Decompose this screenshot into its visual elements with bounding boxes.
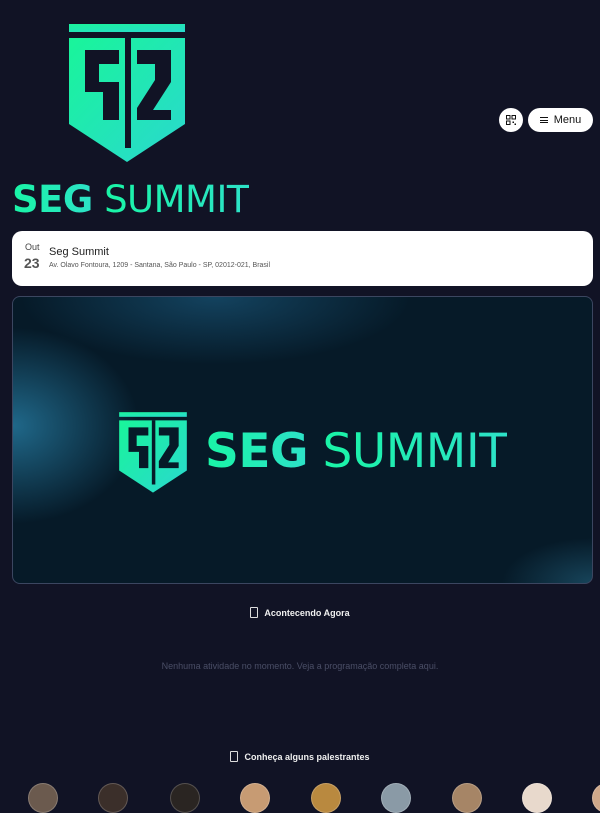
speaker-avatar[interactable] bbox=[452, 783, 482, 813]
now-heading: Acontecendo Agora bbox=[0, 607, 600, 618]
speaker-avatar[interactable] bbox=[240, 783, 270, 813]
speaker-avatar[interactable] bbox=[381, 783, 411, 813]
speaker-avatar[interactable] bbox=[592, 783, 600, 813]
brand-title-bold: SEG bbox=[12, 178, 93, 221]
speaker-avatar[interactable] bbox=[98, 783, 128, 813]
brand-title-light: SUMMIT bbox=[104, 178, 249, 221]
speaker-avatar[interactable] bbox=[522, 783, 552, 813]
menu-button[interactable]: Menu bbox=[528, 108, 593, 132]
phone-icon bbox=[250, 607, 259, 618]
event-name: Seg Summit bbox=[49, 246, 109, 258]
speaker-avatar[interactable] bbox=[170, 783, 200, 813]
empty-activity-message[interactable]: Nenhuma atividade no momento. Veja a pro… bbox=[0, 661, 600, 671]
event-day: 23 bbox=[24, 255, 40, 271]
speaker-avatar[interactable] bbox=[311, 783, 341, 813]
now-heading-label: Acontecendo Agora bbox=[264, 607, 350, 618]
banner-logo-icon bbox=[119, 412, 187, 493]
qr-code-icon bbox=[506, 115, 516, 125]
event-card[interactable]: Out 23 Seg Summit Av. Olavo Fontoura, 12… bbox=[12, 231, 593, 286]
banner-title-light: SUMMIT bbox=[322, 424, 508, 479]
brand-title: SEG SUMMIT bbox=[12, 178, 249, 222]
brand-logo-icon bbox=[69, 24, 185, 162]
menu-button-label: Menu bbox=[553, 114, 582, 126]
event-banner: SEG SUMMIT bbox=[12, 296, 593, 584]
speakers-heading-label: Conheça alguns palestrantes bbox=[244, 751, 370, 762]
hamburger-icon bbox=[539, 117, 548, 123]
qr-code-button[interactable] bbox=[499, 108, 523, 132]
banner-title: SEG SUMMIT bbox=[205, 422, 508, 482]
speaker-avatar[interactable] bbox=[28, 783, 58, 813]
speakers-row bbox=[0, 783, 600, 813]
event-address: Av. Olavo Fontoura, 1209 - Santana, São … bbox=[49, 262, 271, 269]
event-month: Out bbox=[25, 242, 40, 252]
phone-icon bbox=[230, 751, 239, 762]
speakers-heading: Conheça alguns palestrantes bbox=[0, 751, 600, 762]
banner-title-bold: SEG bbox=[205, 424, 309, 479]
